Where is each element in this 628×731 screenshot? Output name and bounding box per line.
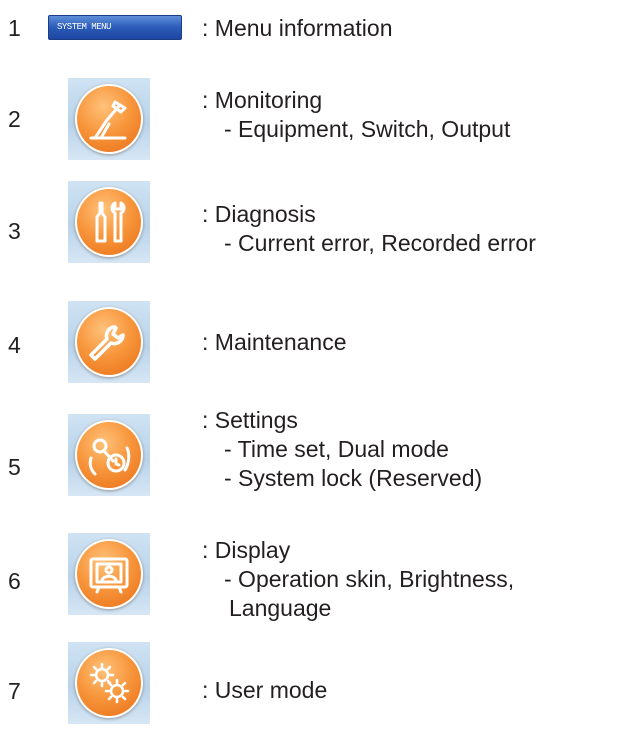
item-title: : Maintenance: [202, 329, 347, 355]
item-number: 3: [8, 218, 21, 244]
item-number: 4: [8, 332, 21, 358]
item-detail: - Operation skin, Brightness,: [224, 566, 515, 592]
key-clock-icon: [75, 420, 143, 490]
item-detail: Language: [229, 595, 332, 621]
robot-arm-icon: [75, 84, 143, 154]
item-title: : Diagnosis: [202, 201, 316, 227]
item-title: : Menu information: [202, 14, 392, 43]
monitoring-tile: [68, 78, 150, 160]
menu-information-label: : Menu information: [202, 15, 393, 41]
item-number: 7: [8, 678, 21, 704]
item-detail: - Current error, Recorded error: [224, 230, 536, 256]
item-number: 2: [8, 106, 21, 132]
item-text: : Monitoring - Equipment, Switch, Output: [202, 86, 510, 144]
item-title: : Monitoring: [202, 87, 323, 113]
item-number: 6: [8, 568, 21, 594]
item-title: : Display: [202, 537, 291, 563]
item-text: : Settings - Time set, Dual mode - Syste…: [202, 406, 482, 493]
item-detail: - System lock (Reserved): [224, 465, 483, 491]
item-number: 5: [8, 454, 21, 480]
item-text: : Maintenance: [202, 328, 346, 357]
item-number: 1: [8, 15, 21, 41]
item-detail: - Equipment, Switch, Output: [224, 116, 511, 142]
item-text: : Display - Operation skin, Brightness, …: [202, 536, 514, 623]
maintenance-tile: [68, 301, 150, 383]
diagnosis-tile: [68, 181, 150, 263]
item-title: : User mode: [202, 677, 328, 703]
display-icon: [75, 539, 143, 609]
item-text: : User mode: [202, 676, 327, 705]
display-tile: [68, 533, 150, 615]
item-title: : Settings: [202, 407, 298, 433]
gears-icon: [75, 648, 143, 718]
wrench-icon: [75, 307, 143, 377]
settings-tile: [68, 414, 150, 496]
system-menu-button[interactable]: SYSTEM MENU: [48, 15, 182, 40]
item-detail: - Time set, Dual mode: [224, 436, 449, 462]
item-text: : Diagnosis - Current error, Recorded er…: [202, 200, 536, 258]
user-mode-tile: [68, 642, 150, 724]
tools-icon: [75, 187, 143, 257]
